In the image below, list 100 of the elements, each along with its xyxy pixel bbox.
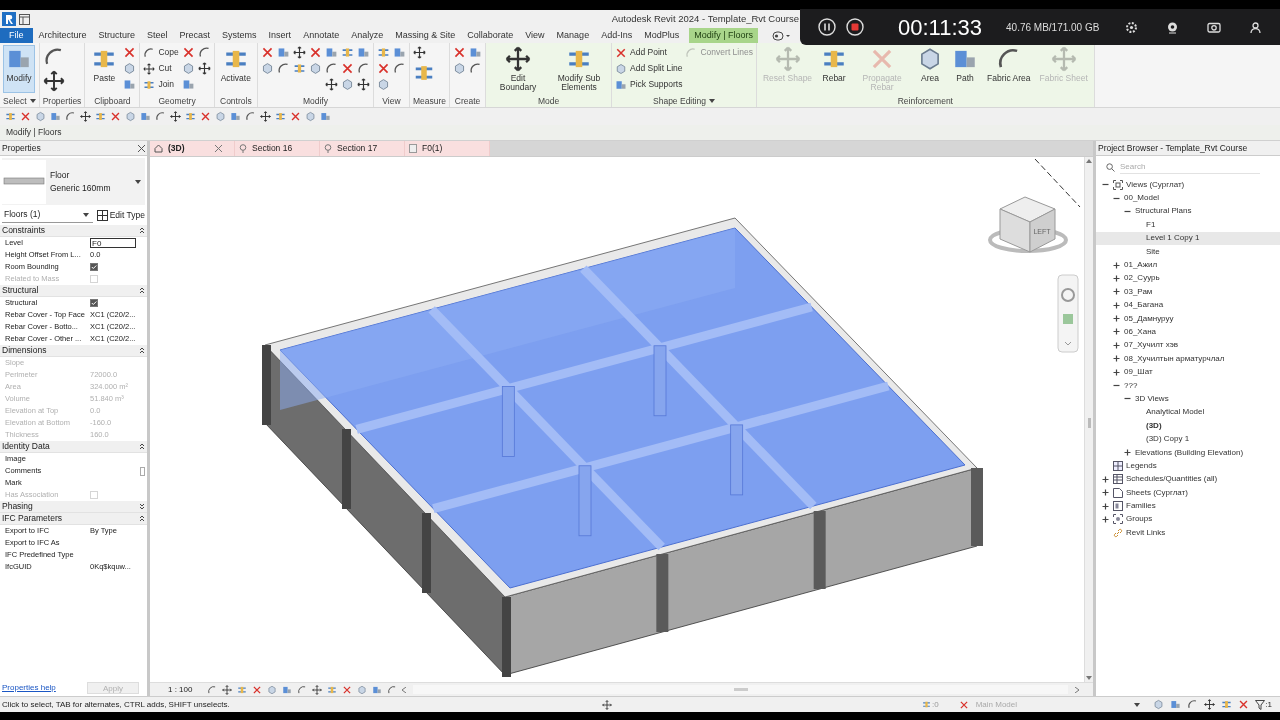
tree-item[interactable]: 02_Суурь xyxy=(1124,272,1160,285)
tree-item[interactable]: Elevations (Building Elevation) xyxy=(1135,446,1244,459)
camera-icon[interactable] xyxy=(1207,21,1221,33)
switch-icon[interactable] xyxy=(772,30,791,41)
delete-icon[interactable] xyxy=(252,684,263,695)
move-icon[interactable] xyxy=(312,684,323,695)
webcam-icon[interactable] xyxy=(1166,20,1179,34)
line-icon[interactable] xyxy=(340,46,354,59)
tree-item[interactable]: 07_Хучилт хэв xyxy=(1124,339,1179,352)
panel-icon[interactable] xyxy=(372,684,383,695)
arc-icon[interactable] xyxy=(297,684,308,695)
delete-icon[interactable] xyxy=(958,699,969,710)
panel-icon[interactable] xyxy=(356,46,370,59)
view-scale[interactable]: 1 : 100 xyxy=(168,683,193,696)
ribbon-tab[interactable]: File xyxy=(0,28,33,43)
tool-button[interactable]: Cope xyxy=(143,45,179,60)
arc-icon[interactable] xyxy=(1187,699,1199,710)
ribbon-tab[interactable]: Massing & Site xyxy=(389,28,462,43)
arc-icon[interactable] xyxy=(392,62,406,75)
expand-icon[interactable] xyxy=(1113,274,1120,282)
instance-dropdown[interactable]: Floors (1) xyxy=(2,207,93,223)
tree-item[interactable]: Level 1 Copy 1 xyxy=(1146,232,1200,245)
checkbox[interactable] xyxy=(90,263,98,271)
document-tab[interactable]: F0(1) xyxy=(405,141,490,156)
panel-icon[interactable] xyxy=(282,684,293,695)
tree-row[interactable]: (3D) Copy 1 xyxy=(1096,432,1280,446)
tool-button[interactable]: Area xyxy=(914,45,947,93)
tree-item[interactable]: 00_Model xyxy=(1124,192,1160,205)
delete-icon[interactable] xyxy=(290,111,301,122)
tree-item[interactable]: Families xyxy=(1126,500,1156,513)
panel-title[interactable]: Shape Editing xyxy=(653,94,706,108)
expand-icon[interactable] xyxy=(1113,341,1120,349)
tree-row[interactable]: Analytical Model xyxy=(1096,405,1280,420)
tree-row[interactable]: Level 1 Copy 1 xyxy=(1096,231,1280,245)
panel-icon[interactable] xyxy=(1170,699,1182,710)
tree-item[interactable]: 04_Багана xyxy=(1124,299,1164,312)
expand-icon[interactable] xyxy=(1113,261,1120,269)
tree-item[interactable]: Sheets (Сурглат) xyxy=(1126,486,1188,499)
tree-item[interactable]: 01_Ажил xyxy=(1124,259,1158,272)
document-tab[interactable]: (3D) xyxy=(150,141,235,156)
arc-icon[interactable] xyxy=(245,111,256,122)
pause-button[interactable] xyxy=(818,18,836,36)
tree-item[interactable]: 09_Шат xyxy=(1124,366,1153,379)
move-icon[interactable] xyxy=(260,111,271,122)
move-icon[interactable] xyxy=(356,78,370,91)
tool-button[interactable]: Activate xyxy=(217,45,254,93)
arc-icon[interactable] xyxy=(207,684,218,695)
tree-item[interactable]: Site xyxy=(1146,245,1160,258)
expand-icon[interactable] xyxy=(1124,449,1131,456)
line-icon[interactable] xyxy=(185,111,196,122)
arc-icon[interactable] xyxy=(155,111,166,122)
delete-icon[interactable] xyxy=(110,111,121,122)
expand-icon[interactable] xyxy=(1113,315,1120,323)
panel-icon[interactable] xyxy=(140,111,151,122)
arc-icon[interactable] xyxy=(469,62,483,75)
move-icon[interactable] xyxy=(80,111,91,122)
tree-item[interactable]: 3D Views xyxy=(1135,392,1169,405)
move-icon[interactable] xyxy=(1204,699,1216,710)
line-icon[interactable] xyxy=(922,700,931,709)
checkbox[interactable] xyxy=(90,299,98,307)
tool-button[interactable]: Rebar xyxy=(818,45,851,93)
expand-icon[interactable] xyxy=(1113,355,1120,363)
expand-icon[interactable] xyxy=(1102,489,1109,497)
down-arrow-icon[interactable] xyxy=(1086,676,1092,680)
arc-icon[interactable] xyxy=(324,62,338,75)
line-icon[interactable] xyxy=(5,111,16,122)
line-icon[interactable] xyxy=(376,46,390,59)
tree-row[interactable]: F1 xyxy=(1096,218,1280,232)
ribbon-tab[interactable]: Modify | Floors xyxy=(689,28,759,43)
tool-button[interactable]: Cut xyxy=(143,61,179,76)
chevron-icon[interactable] xyxy=(139,515,145,522)
tool-button[interactable]: Modify xyxy=(3,45,35,93)
window-icon[interactable] xyxy=(19,13,30,25)
tree-item[interactable]: Legends xyxy=(1126,459,1157,472)
ribbon-tab[interactable]: Annotate xyxy=(297,28,346,43)
move-icon[interactable] xyxy=(222,684,233,695)
ribbon-tab[interactable]: Systems xyxy=(216,28,263,43)
ribbon-tab[interactable]: Steel xyxy=(141,28,174,43)
tool-button[interactable]: Edit Boundary xyxy=(489,45,548,93)
up-arrow-icon[interactable] xyxy=(1086,159,1092,163)
expand-icon[interactable] xyxy=(1113,328,1120,336)
tree-row[interactable]: (3D) xyxy=(1096,419,1280,433)
arc-icon[interactable] xyxy=(356,62,370,75)
edit-text-button[interactable] xyxy=(140,466,145,476)
line-icon[interactable] xyxy=(237,684,248,695)
delete-icon[interactable] xyxy=(453,46,467,59)
panel-icon[interactable] xyxy=(123,78,137,91)
tree-item[interactable]: 03_Рам xyxy=(1124,285,1153,298)
tool-button[interactable]: Pick Supports xyxy=(615,77,683,92)
delete-icon[interactable] xyxy=(123,46,137,59)
delete-icon[interactable] xyxy=(340,62,354,75)
tree-row[interactable]: Site xyxy=(1096,244,1280,259)
close-icon[interactable] xyxy=(215,145,222,152)
line-icon[interactable] xyxy=(275,111,286,122)
move-icon[interactable] xyxy=(602,699,612,710)
panel-icon[interactable] xyxy=(230,111,241,122)
tool-button[interactable]: Fabric Area xyxy=(984,45,1034,93)
tree-item[interactable]: F1 xyxy=(1146,218,1156,231)
line-icon[interactable] xyxy=(327,684,338,695)
panel-icon[interactable] xyxy=(615,78,628,91)
